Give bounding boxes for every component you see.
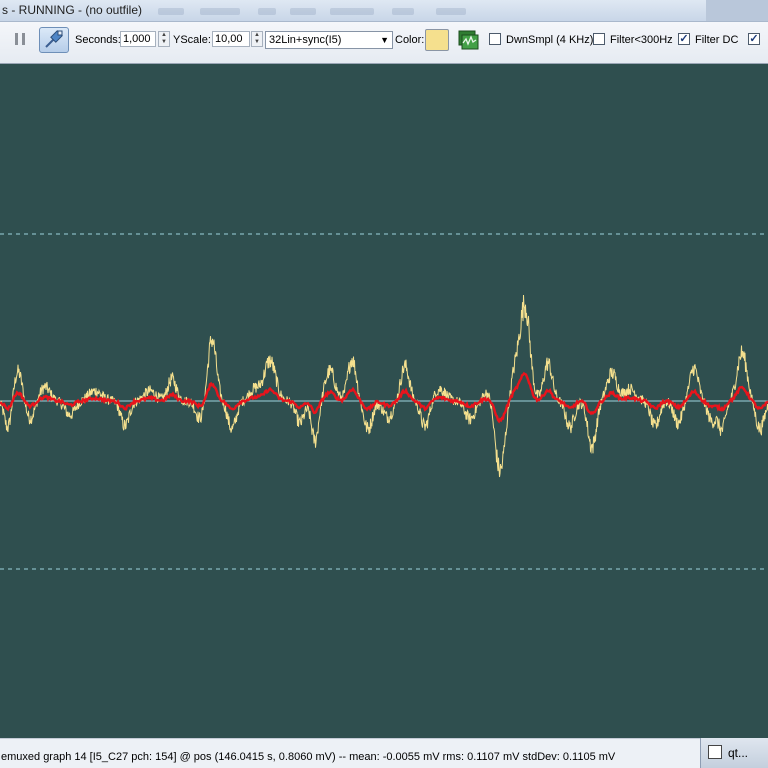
filter-dc-checkbox[interactable]: ✓ [678,33,690,45]
background-menu-ghost [200,8,240,15]
extra-option-checkbox[interactable]: ✓ [748,33,760,45]
yscale-spinner-arrows[interactable]: ▲ ▼ [251,31,263,47]
pin-icon [45,30,63,48]
channel-select-value: 32Lin+sync(I5) [269,34,342,46]
app-window: s - RUNNING - (no outfile) Seconds: 1,00… [0,0,768,768]
pause-icon[interactable] [15,33,27,47]
dwnsmpl-label: DwnSmpl (4 KHz) [506,34,594,46]
signal-plot [0,233,768,570]
app-icon [708,745,722,759]
channel-select[interactable]: 32Lin+sync(I5) ▼ [265,31,393,49]
color-label: Color: [395,34,425,46]
background-menu-ghost [436,8,466,15]
graph-settings-button[interactable] [456,29,480,51]
dwnsmpl-checkbox[interactable] [489,33,501,45]
pin-graph-button[interactable] [39,27,69,53]
status-bar: emuxed graph 14 [I5_C27 pch: 154] @ pos … [0,738,700,768]
taskbar-app-label: qt... [728,746,749,760]
graph-plot-area[interactable] [0,65,768,738]
background-menu-ghost [258,8,276,15]
yscale-label: YScale: [173,34,211,46]
chevron-down-icon: ▼ [380,35,389,45]
status-text: emuxed graph 14 [I5_C27 pch: 154] @ pos … [1,751,616,763]
title-bar: s - RUNNING - (no outfile) [0,0,768,22]
raw-signal-trace [0,294,768,478]
seconds-input[interactable]: 1,000 [120,31,156,47]
window-title: s - RUNNING - (no outfile) [2,3,143,17]
graph-settings-icon [458,30,479,50]
background-menu-ghost [330,8,374,15]
filter-dc-label: Filter DC [695,34,739,46]
color-swatch-button[interactable] [425,29,449,51]
background-menu-ghost [392,8,414,15]
toolbar: Seconds: 1,000 ▲ ▼ YScale: 10,00 ▲ ▼ 32Lin… [0,22,768,64]
seconds-label: Seconds: [75,34,121,46]
yscale-input[interactable]: 10,00 [212,31,250,47]
filter-300hz-label: Filter<300Hz [610,34,673,46]
background-menu-ghost [158,8,184,15]
window-controls[interactable] [706,0,768,21]
taskbar-app-button[interactable]: qt... [700,738,768,768]
seconds-spinner-arrows[interactable]: ▲ ▼ [158,31,170,47]
filter-300hz-checkbox[interactable] [593,33,605,45]
background-menu-ghost [290,8,316,15]
